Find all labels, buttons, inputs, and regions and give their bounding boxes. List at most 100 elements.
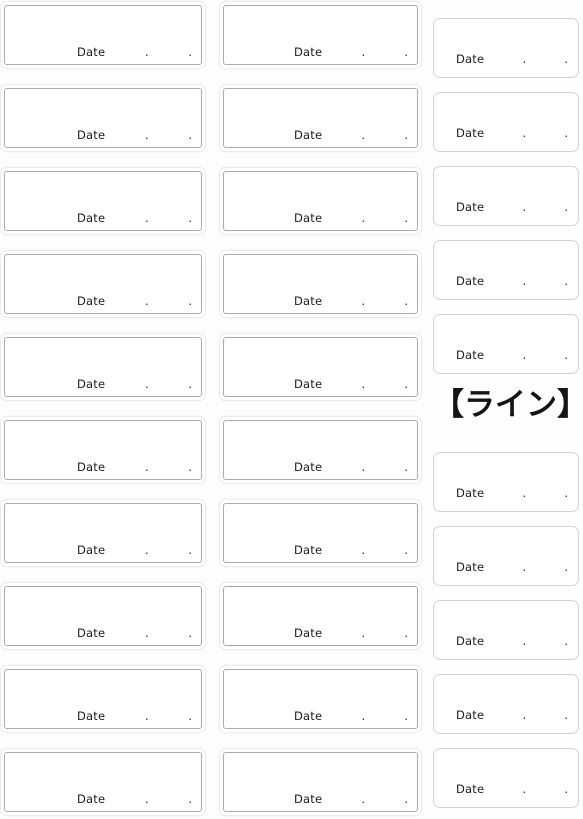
label-writing-area[interactable]: Date.. (223, 88, 418, 148)
date-label-text: Date (294, 377, 323, 391)
date-label-text: Date (456, 782, 485, 796)
label-writing-area[interactable]: Date.. (434, 675, 578, 733)
label-writing-area[interactable]: Date.. (434, 19, 578, 77)
label-writing-area[interactable]: Date.. (4, 88, 202, 148)
date-label-card[interactable]: Date.. (433, 240, 579, 300)
label-writing-area[interactable]: Date.. (434, 241, 578, 299)
label-writing-area[interactable]: Date.. (4, 5, 202, 65)
label-writing-area[interactable]: Date.. (434, 315, 578, 373)
date-label-card[interactable]: Date.. (433, 314, 579, 374)
date-label-card[interactable]: Date.. (433, 526, 579, 586)
date-label-card[interactable]: Date.. (433, 748, 579, 808)
date-label-card[interactable]: Date.. (219, 333, 422, 401)
label-writing-area[interactable]: Date.. (223, 669, 418, 729)
date-label-card[interactable]: Date.. (0, 416, 206, 484)
date-separator-1: . (522, 348, 527, 362)
date-label-text: Date (77, 377, 106, 391)
date-label-text: Date (456, 348, 485, 362)
date-label-card[interactable]: Date.. (0, 499, 206, 567)
date-line: Date.. (224, 792, 417, 806)
date-label-card[interactable]: Date.. (0, 250, 206, 318)
date-separator-1: . (361, 626, 366, 640)
date-label-card[interactable]: Date.. (219, 748, 422, 816)
date-label-text: Date (294, 460, 323, 474)
label-writing-area[interactable]: Date.. (4, 171, 202, 231)
label-writing-area[interactable]: Date.. (223, 586, 418, 646)
date-label-card[interactable]: Date.. (0, 84, 206, 152)
date-separator-1: . (144, 543, 149, 557)
date-separator-2: . (564, 782, 568, 796)
label-writing-area[interactable]: Date.. (223, 254, 418, 314)
date-label-card[interactable]: Date.. (0, 665, 206, 733)
date-separator-2: . (404, 377, 408, 391)
date-label-text: Date (294, 626, 323, 640)
label-writing-area[interactable]: Date.. (434, 453, 578, 511)
label-writing-area[interactable]: Date.. (223, 752, 418, 812)
date-label-card[interactable]: Date.. (0, 167, 206, 235)
date-line: Date.. (434, 634, 578, 648)
date-label-card[interactable]: Date.. (219, 499, 422, 567)
date-line: Date.. (434, 200, 578, 214)
date-label-card[interactable]: Date.. (433, 18, 579, 78)
label-writing-area[interactable]: Date.. (223, 503, 418, 563)
date-label-card[interactable]: Date.. (0, 333, 206, 401)
label-writing-area[interactable]: Date.. (4, 254, 202, 314)
date-label-card[interactable]: Date.. (219, 250, 422, 318)
date-line: Date.. (5, 792, 201, 806)
date-label-card[interactable]: Date.. (0, 582, 206, 650)
date-separator-2: . (188, 377, 192, 391)
label-writing-area[interactable]: Date.. (223, 337, 418, 397)
date-separator-2: . (188, 128, 192, 142)
date-label-card[interactable]: Date.. (219, 665, 422, 733)
date-separator-1: . (144, 211, 149, 225)
date-label-card[interactable]: Date.. (219, 167, 422, 235)
date-label-card[interactable]: Date.. (219, 416, 422, 484)
date-separator-1: . (361, 45, 366, 59)
date-label-card[interactable]: Date.. (433, 92, 579, 152)
label-writing-area[interactable]: Date.. (434, 601, 578, 659)
label-writing-area[interactable]: Date.. (4, 420, 202, 480)
label-writing-area[interactable]: Date.. (223, 420, 418, 480)
date-separator-2: . (404, 460, 408, 474)
date-separator-2: . (564, 52, 568, 66)
label-writing-area[interactable]: Date.. (4, 337, 202, 397)
date-label-text: Date (456, 126, 485, 140)
date-label-text: Date (456, 708, 485, 722)
label-writing-area[interactable]: Date.. (223, 5, 418, 65)
date-label-text: Date (77, 128, 106, 142)
date-separator-2: . (404, 626, 408, 640)
date-label-card[interactable]: Date.. (0, 748, 206, 816)
date-label-card[interactable]: Date.. (433, 674, 579, 734)
date-line: Date.. (434, 274, 578, 288)
date-separator-1: . (522, 274, 527, 288)
date-separator-1: . (522, 708, 527, 722)
label-writing-area[interactable]: Date.. (4, 752, 202, 812)
date-line: Date.. (224, 543, 417, 557)
label-writing-area[interactable]: Date.. (4, 669, 202, 729)
label-writing-area[interactable]: Date.. (434, 93, 578, 151)
date-line: Date.. (5, 211, 201, 225)
date-separator-2: . (564, 634, 568, 648)
date-label-card[interactable]: Date.. (433, 600, 579, 660)
date-line: Date.. (224, 709, 417, 723)
date-separator-1: . (522, 126, 527, 140)
date-separator-1: . (144, 626, 149, 640)
label-writing-area[interactable]: Date.. (434, 527, 578, 585)
label-writing-area[interactable]: Date.. (434, 167, 578, 225)
date-label-card[interactable]: Date.. (433, 166, 579, 226)
label-writing-area[interactable]: Date.. (223, 171, 418, 231)
label-writing-area[interactable]: Date.. (4, 586, 202, 646)
date-separator-2: . (188, 626, 192, 640)
label-writing-area[interactable]: Date.. (434, 749, 578, 807)
date-label-card[interactable]: Date.. (219, 84, 422, 152)
label-writing-area[interactable]: Date.. (4, 503, 202, 563)
date-separator-2: . (404, 709, 408, 723)
date-separator-1: . (522, 782, 527, 796)
date-label-card[interactable]: Date.. (0, 1, 206, 69)
date-label-card[interactable]: Date.. (219, 1, 422, 69)
date-separator-1: . (361, 211, 366, 225)
date-label-card[interactable]: Date.. (433, 452, 579, 512)
date-separator-2: . (564, 200, 568, 214)
date-separator-1: . (144, 460, 149, 474)
date-label-card[interactable]: Date.. (219, 582, 422, 650)
